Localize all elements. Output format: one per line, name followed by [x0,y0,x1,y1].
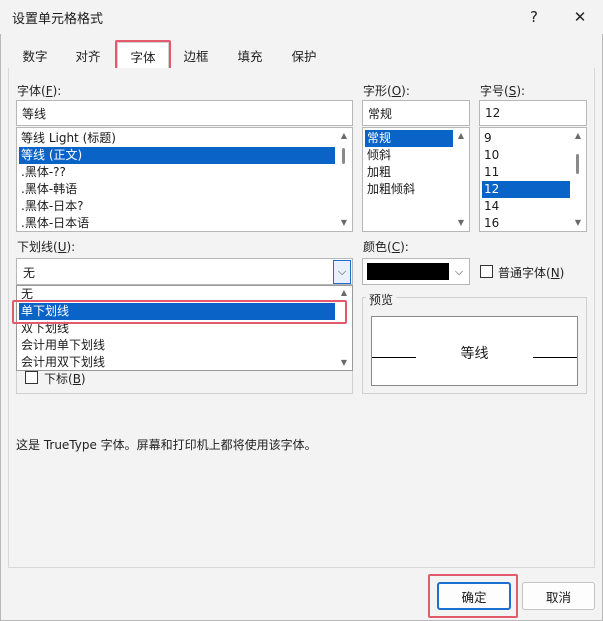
tab-border[interactable]: 边框 [174,42,218,69]
size-list-item[interactable]: 10 [482,147,499,164]
subscript-checkbox[interactable] [25,371,38,384]
font-list-item[interactable]: .黑体-韩语 [19,181,77,198]
color-dropdown[interactable]: ⌵ [362,258,470,285]
font-list-item-selected[interactable]: 等线 (正文) [19,147,335,164]
tab-number[interactable]: 数字 [14,42,56,69]
color-label: 颜色(C): [363,240,409,254]
preview-box: 等线 [371,316,578,386]
tab-font-highlight [115,40,171,71]
font-list-item[interactable]: .黑体-?? [19,164,66,181]
size-list-item[interactable]: 14 [482,198,499,215]
scroll-up-arrow-icon[interactable]: ▲ [339,288,349,298]
scroll-thumb[interactable] [342,148,345,164]
style-list-item[interactable]: 加粗 [365,164,391,181]
tab-fill[interactable]: 填充 [228,42,272,69]
size-list-item[interactable]: 11 [482,164,499,181]
style-list-item-selected[interactable]: 常规 [365,130,453,147]
preview-sample-text: 等线 [460,346,489,362]
underline-option[interactable]: 会计用单下划线 [19,337,105,354]
close-button[interactable]: ✕ [566,3,594,31]
cancel-button[interactable]: 取消 [522,582,595,610]
font-style-input[interactable]: 常规 [362,100,470,126]
normal-font-checkbox[interactable] [480,265,493,278]
size-list-scrollbar[interactable]: ▲ ▼ [570,128,586,231]
size-list-item-selected[interactable]: 12 [482,181,570,198]
underline-options-list[interactable]: 无 单下划线 双下划线 会计用单下划线 会计用双下划线 ▲ ▼ [16,285,353,371]
scroll-up-arrow-icon[interactable]: ▲ [573,131,583,141]
underline-option-highlight-box [12,300,347,324]
chevron-down-icon[interactable]: ⌵ [450,260,468,284]
underline-list-scrollbar[interactable]: ▲ ▼ [336,286,352,370]
help-button[interactable]: ? [520,3,548,31]
font-size-label: 字号(S): [480,84,526,98]
style-list-scrollbar[interactable]: ▲ ▼ [453,128,469,231]
size-list-item[interactable]: 9 [482,130,492,147]
style-list-item[interactable]: 倾斜 [365,147,391,164]
font-list-item[interactable]: 等线 Light (标题) [19,130,116,147]
scroll-down-arrow-icon[interactable]: ▼ [339,358,349,368]
chevron-down-icon[interactable]: ⌵ [333,260,351,284]
scroll-down-arrow-icon[interactable]: ▼ [339,218,349,228]
tab-protection[interactable]: 保护 [282,42,326,69]
font-size-input[interactable]: 12 [479,100,587,126]
tab-alignment[interactable]: 对齐 [66,42,110,69]
font-style-listbox[interactable]: 常规 倾斜 加粗 加粗倾斜 ▲ ▼ [362,127,470,232]
font-listbox[interactable]: 等线 Light (标题) 等线 (正文) .黑体-?? .黑体-韩语 .黑体-… [16,127,353,232]
scroll-down-arrow-icon[interactable]: ▼ [573,218,583,228]
subscript-label: 下标(B) [44,372,86,386]
underline-selected-value: 无 [23,266,36,280]
style-list-item[interactable]: 加粗倾斜 [365,181,415,198]
normal-font-label: 普通字体(N) [498,266,565,280]
underline-option[interactable]: 会计用双下划线 [19,354,105,370]
ok-button-highlight-box [428,574,518,618]
scroll-thumb[interactable] [576,154,579,174]
scroll-down-arrow-icon[interactable]: ▼ [456,218,466,228]
font-list-item[interactable]: .黑体-日本? [19,198,84,215]
underline-label: 下划线(U): [17,240,76,254]
font-list-item[interactable]: .黑体-日本语 [19,215,89,231]
font-input[interactable]: 等线 [16,100,353,126]
underline-dropdown[interactable]: 无 ⌵ [16,258,353,285]
font-list-scrollbar[interactable]: ▲ ▼ [336,128,352,231]
color-swatch [367,263,449,280]
preview-label: 预览 [366,291,397,308]
size-list-item[interactable]: 16 [482,215,499,231]
scroll-up-arrow-icon[interactable]: ▲ [456,131,466,141]
font-style-label: 字形(O): [363,84,410,98]
scroll-up-arrow-icon[interactable]: ▲ [339,131,349,141]
font-label: 字体(F): [17,84,62,98]
font-size-listbox[interactable]: 9 10 11 12 14 16 ▲ ▼ [479,127,587,232]
font-info-text: 这是 TrueType 字体。屏幕和打印机上都将使用该字体。 [16,438,317,452]
window-title: 设置单元格格式 [12,12,104,27]
